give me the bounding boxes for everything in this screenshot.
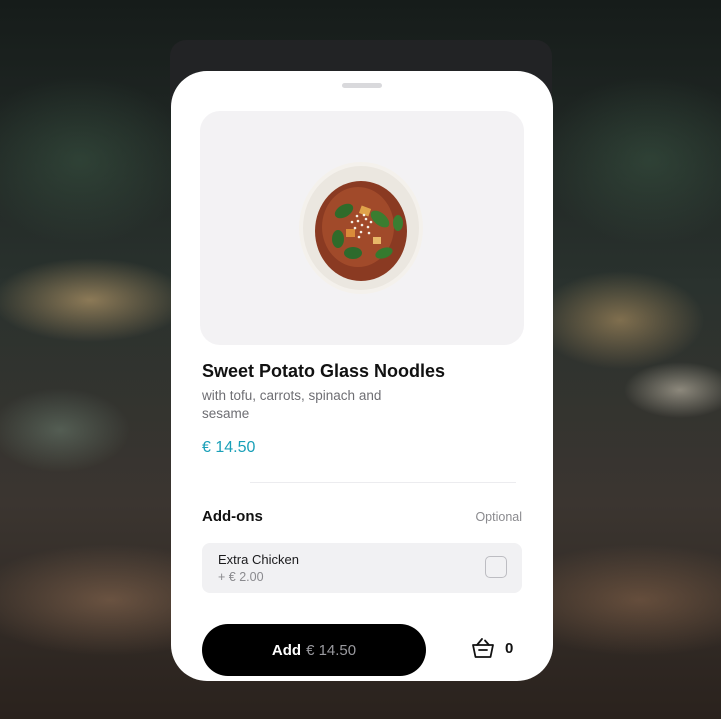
addon-price: + € 2.00 <box>218 570 264 584</box>
basket-count: 0 <box>505 639 514 657</box>
dish-price: € 14.50 <box>202 439 256 456</box>
drag-handle[interactable] <box>342 83 382 88</box>
dish-photo <box>299 162 423 294</box>
addons-heading: Add-ons <box>202 508 263 525</box>
add-button-label: Add <box>271 641 302 659</box>
dish-title: Sweet Potato Glass Noodles <box>202 361 446 381</box>
basket-icon <box>472 638 494 658</box>
basket[interactable]: 0 <box>471 637 513 659</box>
dish-image-container <box>200 111 524 345</box>
dish-description: with tofu, carrots, spinach and sesame <box>202 388 382 421</box>
addon-checkbox[interactable] <box>485 556 507 578</box>
add-button-price: € 14.50 <box>306 641 357 659</box>
addons-optional-label: Optional <box>475 510 522 524</box>
add-to-cart-button[interactable]: Add € 14.50 <box>202 624 426 676</box>
addon-item-extra-chicken[interactable]: Extra Chicken + € 2.00 <box>202 543 522 593</box>
divider <box>250 482 516 483</box>
addon-name: Extra Chicken <box>218 552 299 567</box>
product-sheet: Sweet Potato Glass Noodles with tofu, ca… <box>171 71 553 681</box>
